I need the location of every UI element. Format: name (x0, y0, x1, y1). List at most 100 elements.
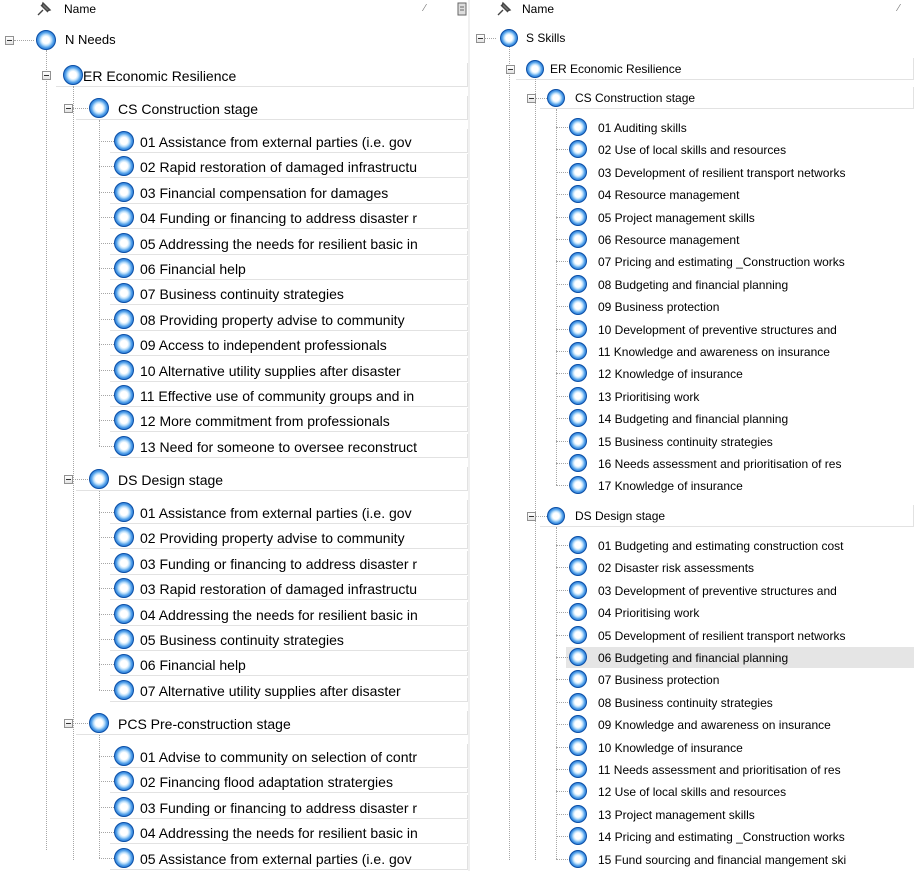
tree-item[interactable]: 12 Knowledge of insurance (470, 363, 914, 384)
row-label: 01 Advise to community on selection of c… (140, 749, 418, 765)
tree-item[interactable]: 12 Use of local skills and resources (470, 781, 914, 802)
row-label: 04 Addressing the needs for resilient ba… (140, 825, 418, 841)
tree-item-selected[interactable]: 06 Budgeting and financial planning (470, 647, 914, 668)
tree-item[interactable]: 04 Addressing the needs for resilient ba… (0, 820, 468, 844)
tree-item[interactable]: 03 Rapid restoration of damaged infrastr… (0, 576, 468, 600)
tree-item[interactable]: 04 Addressing the needs for resilient ba… (0, 602, 468, 626)
tree-connector-line (556, 836, 570, 837)
tree-item[interactable]: 02 Disaster risk assessments (470, 557, 914, 578)
tree-item[interactable]: 01 Assistance from external parties (i.e… (0, 129, 468, 153)
tree-item[interactable]: 02 Rapid restoration of damaged infrastr… (0, 154, 468, 178)
column-chooser-icon[interactable] (456, 1, 468, 17)
tree-item[interactable]: 11 Effective use of community groups and… (0, 383, 468, 407)
column-header[interactable]: Name ⁄ (470, 0, 914, 19)
tree-item[interactable]: 04 Funding or financing to address disas… (0, 205, 468, 229)
tree-connector-line (99, 664, 114, 665)
tree-item[interactable]: 07 Business continuity strategies (0, 281, 468, 305)
node-icon (569, 185, 587, 203)
tree-node-needs[interactable]: N Needs (0, 29, 468, 51)
tree-connector-line (99, 735, 100, 858)
node-icon (114, 629, 134, 649)
tree-item[interactable]: 11 Needs assessment and prioritisation o… (470, 759, 914, 780)
tree-item[interactable]: 08 Providing property advise to communit… (0, 307, 468, 331)
node-icon (526, 60, 544, 78)
column-header[interactable]: Name ⁄ (0, 0, 468, 19)
tree-item[interactable]: 15 Fund sourcing and financial mangement… (470, 849, 914, 870)
tree-item[interactable]: 05 Addressing the needs for resilient ba… (0, 231, 468, 255)
tree-item[interactable]: 05 Project management skills (470, 207, 914, 228)
tree-item[interactable]: 05 Assistance from external parties (i.e… (0, 846, 468, 870)
tree-item[interactable]: 08 Budgeting and financial planning (470, 274, 914, 295)
tree-item[interactable]: 13 Prioritising work (470, 386, 914, 407)
row-label: S Skills (526, 31, 566, 45)
tree-item[interactable]: 03 Development of preventive structures … (470, 580, 914, 601)
tree-item[interactable]: 17 Knowledge of insurance (470, 475, 914, 496)
row-label: 10 Knowledge of insurance (598, 741, 743, 755)
collapse-toggle-icon[interactable] (64, 104, 73, 113)
node-icon (569, 715, 587, 733)
tree-item[interactable]: 03 Development of resilient transport ne… (470, 162, 914, 183)
tree-connector-line (556, 172, 570, 173)
tree-item[interactable]: 07 Pricing and estimating _Construction … (470, 251, 914, 272)
tree-item[interactable]: 04 Prioritising work (470, 602, 914, 623)
node-icon (114, 131, 134, 151)
node-icon (114, 527, 134, 547)
tree-item[interactable]: 13 Need for someone to oversee reconstru… (0, 434, 468, 458)
node-icon (569, 581, 587, 599)
node-icon (114, 233, 134, 253)
tree-item[interactable]: 09 Business protection (470, 296, 914, 317)
tree-item[interactable]: 03 Funding or financing to address disas… (0, 795, 468, 819)
tree-item[interactable]: 14 Budgeting and financial planning (470, 408, 914, 429)
tree-item[interactable]: 02 Providing property advise to communit… (0, 525, 468, 549)
tree-connector-line (14, 40, 34, 41)
tree-item[interactable]: 01 Auditing skills (470, 117, 914, 138)
tree-item[interactable]: 11 Knowledge and awareness on insurance (470, 341, 914, 362)
row-label: DS Design stage (118, 472, 224, 488)
tree-item[interactable]: 07 Alternative utility supplies after di… (0, 678, 468, 702)
tree-item[interactable]: 01 Assistance from external parties (i.e… (0, 500, 468, 524)
tree-item[interactable]: 09 Knowledge and awareness on insurance (470, 714, 914, 735)
node-icon (89, 713, 109, 733)
node-icon (569, 558, 587, 576)
tree-item[interactable]: 03 Financial compensation for damages (0, 180, 468, 204)
tree-item[interactable]: 03 Funding or financing to address disas… (0, 551, 468, 575)
tree-item[interactable]: 08 Business continuity strategies (470, 692, 914, 713)
node-icon (569, 297, 587, 315)
row-label: 04 Addressing the needs for resilient ba… (140, 607, 418, 623)
row-label: 03 Rapid restoration of damaged infrastr… (140, 581, 418, 597)
tree-item[interactable]: 02 Financing flood adaptation stratergie… (0, 769, 468, 793)
collapse-toggle-icon[interactable] (506, 65, 515, 74)
tree-item[interactable]: 06 Resource management (470, 229, 914, 250)
collapse-toggle-icon[interactable] (42, 71, 51, 80)
tree-item[interactable]: 04 Resource management (470, 184, 914, 205)
tree-connector-line (556, 239, 570, 240)
row-label: 02 Rapid restoration of damaged infrastr… (140, 159, 418, 175)
tree-item[interactable]: 05 Development of resilient transport ne… (470, 625, 914, 646)
tree-item[interactable]: 14 Pricing and estimating _Construction … (470, 826, 914, 847)
collapse-toggle-icon[interactable] (64, 719, 73, 728)
tree-item[interactable]: 10 Development of preventive structures … (470, 319, 914, 340)
row-label: 03 Financial compensation for damages (140, 185, 389, 201)
tree-item[interactable]: 15 Business continuity strategies (470, 431, 914, 452)
collapse-toggle-icon[interactable] (64, 475, 73, 484)
tree-item[interactable]: 10 Alternative utility supplies after di… (0, 358, 468, 382)
pin-icon[interactable] (496, 1, 512, 17)
tree-connector-line (556, 463, 570, 464)
tree-item[interactable]: 05 Business continuity strategies (0, 627, 468, 651)
tree-item[interactable]: 16 Needs assessment and prioritisation o… (470, 453, 914, 474)
tree-node-skills[interactable]: S Skills (470, 28, 914, 48)
row-label: 03 Development of resilient transport ne… (598, 166, 846, 180)
tree-connector-line (99, 491, 100, 690)
tree-item[interactable]: 06 Financial help (0, 652, 468, 676)
tree-item[interactable]: 12 More commitment from professionals (0, 408, 468, 432)
tree-item[interactable]: 01 Advise to community on selection of c… (0, 744, 468, 768)
tree-item[interactable]: 01 Budgeting and estimating construction… (470, 535, 914, 556)
tree-item[interactable]: 09 Access to independent professionals (0, 332, 468, 356)
tree-item[interactable]: 07 Business protection (470, 669, 914, 690)
tree-item[interactable]: 10 Knowledge of insurance (470, 737, 914, 758)
pin-icon[interactable] (36, 1, 52, 17)
tree-item[interactable]: 02 Use of local skills and resources (470, 139, 914, 160)
tree-item[interactable]: 13 Project management skills (470, 804, 914, 825)
tree-item[interactable]: 06 Financial help (0, 256, 468, 280)
collapse-toggle-icon[interactable] (5, 36, 14, 45)
